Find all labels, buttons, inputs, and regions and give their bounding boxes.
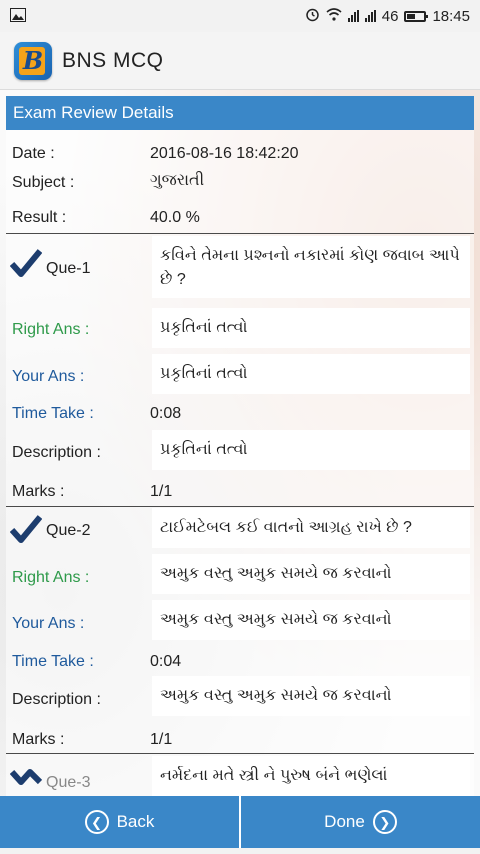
app-bar: B BNS MCQ [0, 32, 480, 90]
back-label: Back [116, 812, 155, 831]
correct-check-icon [10, 515, 42, 543]
battery-icon [404, 10, 429, 22]
que-label: Que-2 [46, 522, 91, 539]
description-label: Description : [12, 691, 101, 708]
bottom-nav-bar: ❮ Back Done ❯ [0, 796, 480, 848]
description-label: Description : [12, 444, 101, 461]
system-nav-strip [0, 848, 480, 854]
description-value: પ્રકૃતિનાં તત્વો [152, 430, 470, 470]
time-take-label: Time Take : [12, 653, 94, 670]
your-ans-label: Your Ans : [12, 615, 85, 632]
correct-check-icon [10, 249, 42, 277]
marks-label: Marks : [12, 483, 65, 500]
question-text: નર્મદના મતે સ્ત્રી ને પુરુષ બંને ભણેલાં [152, 756, 470, 796]
app-logo-icon: B [14, 41, 52, 80]
signal-icon-1 [347, 10, 359, 22]
your-ans-value: અમુક વસ્તુ અમુક સમયે જ કરવાનો [152, 600, 470, 640]
your-ans-value: પ્રકૃતિનાં તત્વો [152, 354, 470, 394]
exam-review-panel: Exam Review Details Date : 2016-08-16 18… [6, 96, 474, 796]
your-ans-label: Your Ans : [12, 368, 85, 385]
divider [6, 233, 474, 234]
right-ans-label: Right Ans : [12, 321, 90, 338]
description-value: અમુક વસ્તુ અમુક સમયે જ કરવાનો [152, 676, 470, 716]
time-take-value: 0:04 [150, 653, 182, 670]
date-label: Date : [12, 145, 55, 162]
que-label: Que-3 [46, 774, 91, 791]
subject-value: ગુજરાતી [150, 172, 205, 189]
right-ans-value: પ્રકૃતિનાં તત્વો [152, 308, 470, 348]
network-type: 46 [381, 7, 399, 25]
chevron-left-icon: ❮ [84, 810, 109, 834]
status-time: 18:45 [432, 7, 470, 25]
marks-value: 1/1 [150, 483, 173, 500]
wrong-mark-icon [10, 769, 42, 785]
signal-icon-2 [364, 10, 376, 22]
status-bar: 46 18:45 [0, 0, 480, 32]
subject-label: Subject : [12, 174, 75, 191]
que-label: Que-1 [46, 260, 91, 277]
back-button[interactable]: ❮ Back [0, 796, 239, 848]
date-value: 2016-08-16 18:42:20 [150, 145, 299, 162]
done-button[interactable]: Done ❯ [241, 796, 480, 848]
alarm-icon [305, 7, 320, 25]
right-ans-value: અમુક વસ્તુ અમુક સમયે જ કરવાનો [152, 554, 470, 594]
content-area[interactable]: Exam Review Details Date : 2016-08-16 18… [0, 90, 480, 796]
time-take-value: 0:08 [150, 405, 182, 422]
question-text: ટાઈમટેબલ કઈ વાતનો આગ્રહ રાખે છે ? [152, 508, 470, 548]
wifi-icon [326, 8, 342, 24]
time-take-label: Time Take : [12, 405, 94, 422]
result-value: 40.0 % [150, 209, 200, 226]
divider [6, 753, 474, 754]
question-text: કવિને તેમના પ્રશ્નનો નકારમાં કોણ જવાબ આપ… [152, 236, 470, 298]
result-label: Result : [12, 209, 67, 226]
chevron-right-icon: ❯ [372, 810, 397, 834]
marks-value: 1/1 [150, 731, 173, 748]
done-label: Done [324, 812, 365, 831]
marks-label: Marks : [12, 731, 65, 748]
image-notification-icon [10, 7, 26, 25]
app-title: BNS MCQ [62, 48, 164, 72]
divider [6, 506, 474, 507]
panel-header: Exam Review Details [6, 96, 474, 130]
right-ans-label: Right Ans : [12, 569, 90, 586]
